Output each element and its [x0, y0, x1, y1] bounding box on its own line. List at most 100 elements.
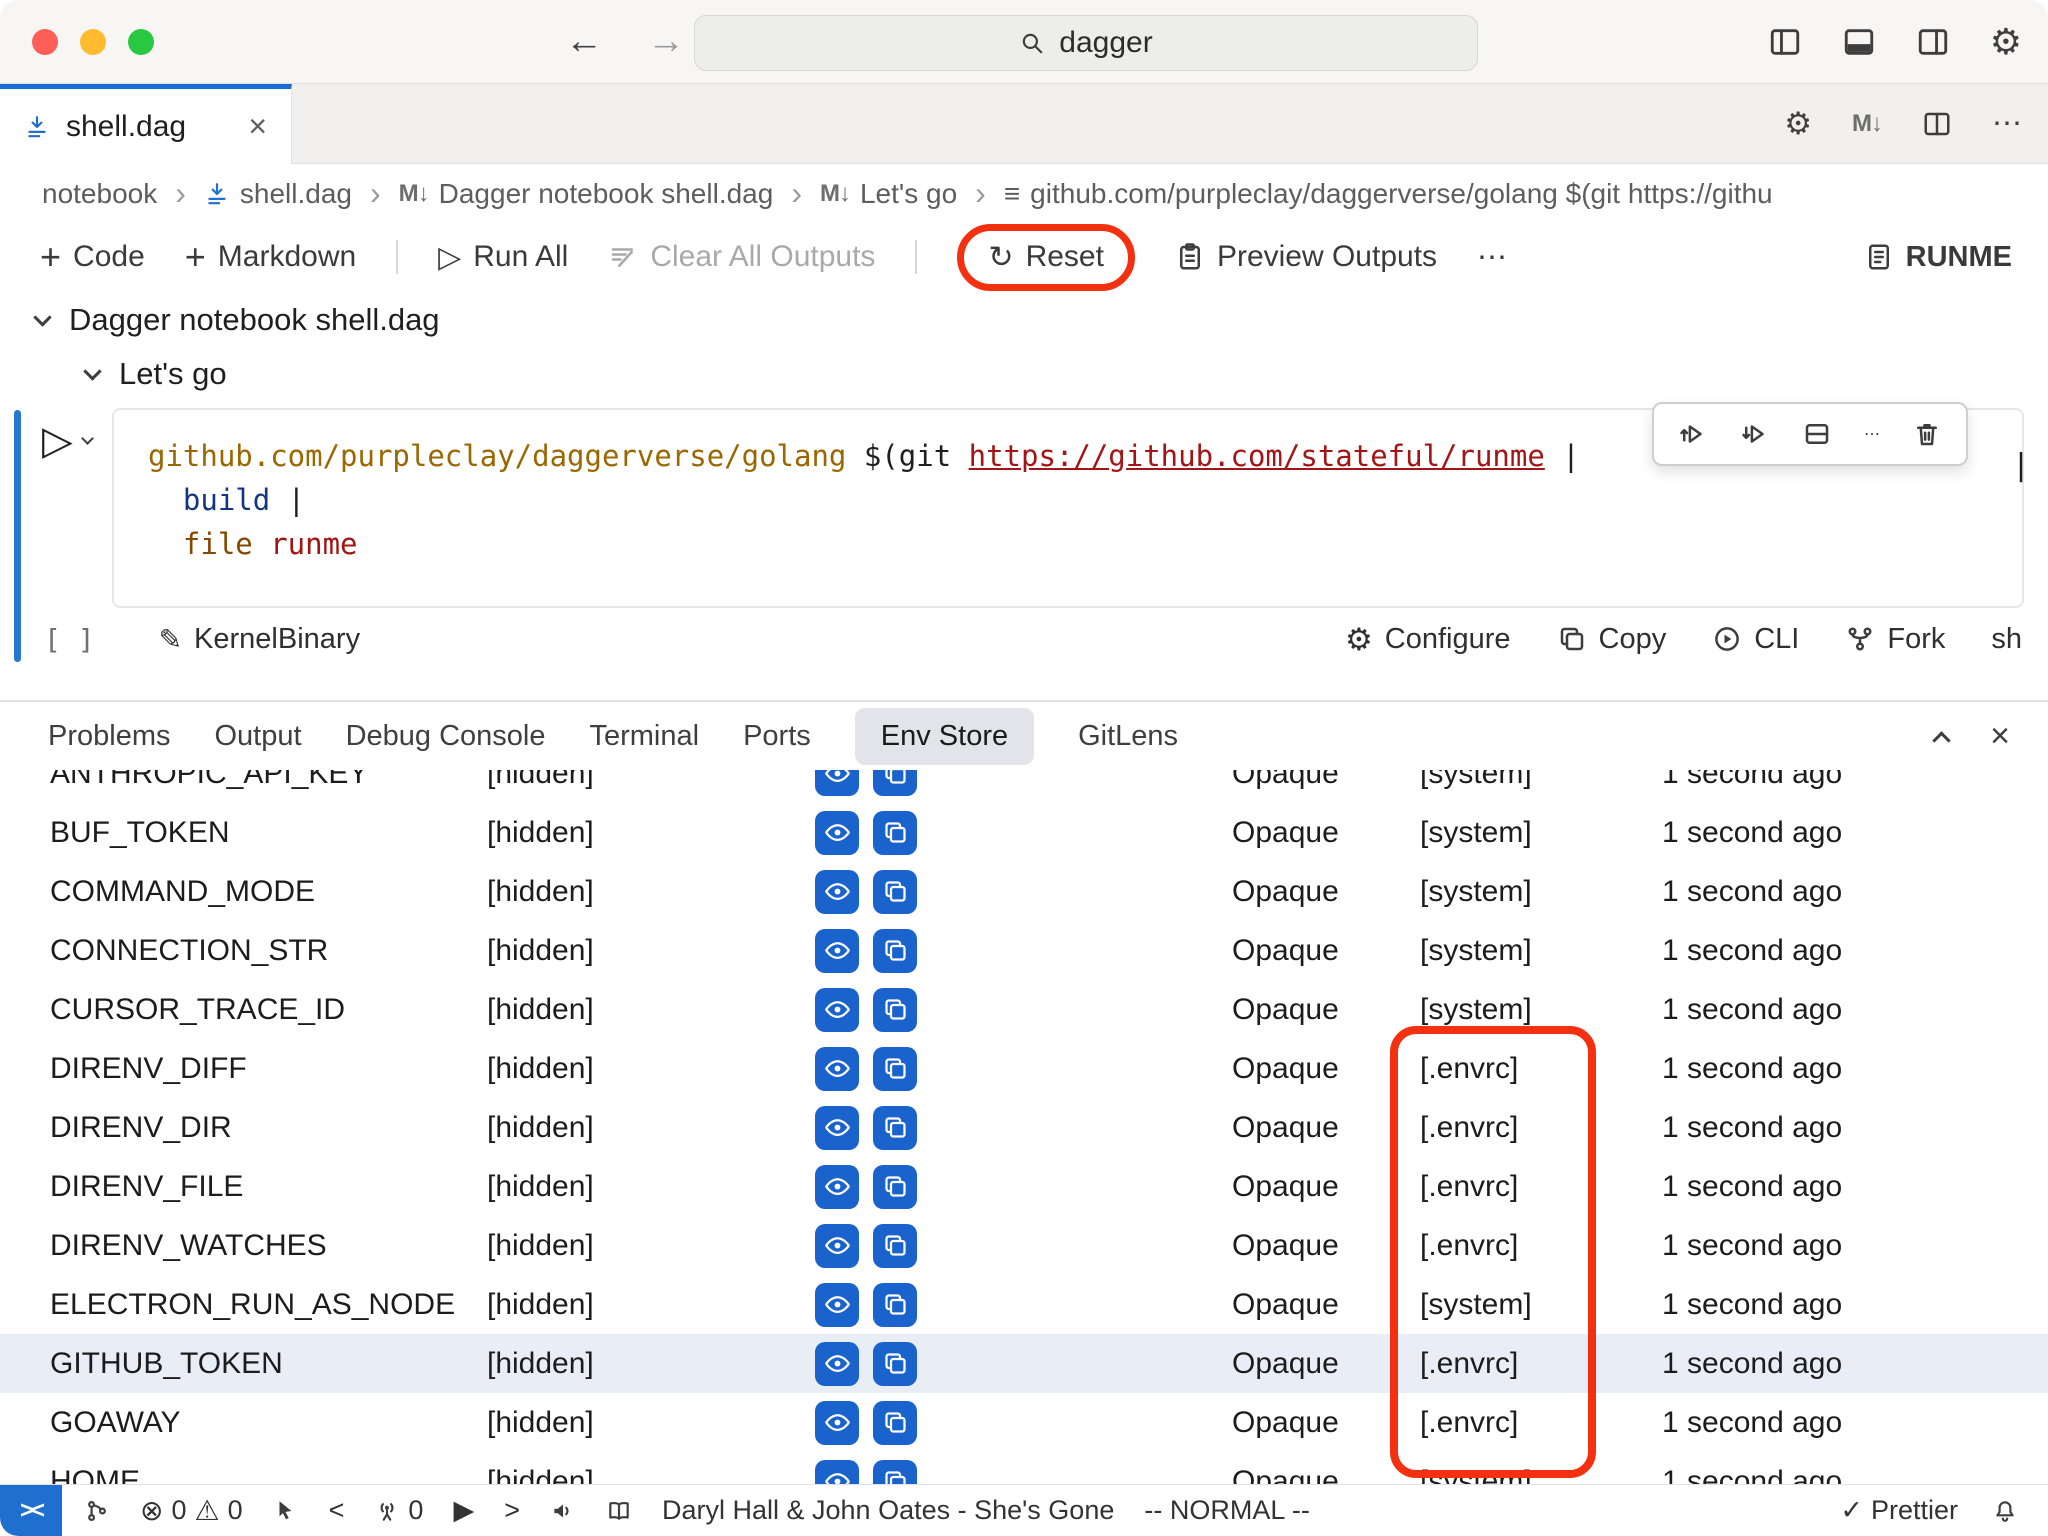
notifications-bell-icon[interactable] [1992, 1498, 2018, 1524]
env-table-row[interactable]: HOME [hidden] Opaque [system] 1 second a… [0, 1452, 2048, 1484]
pointer-icon[interactable] [273, 1498, 299, 1524]
kernel-badge-icon[interactable]: M↓ [1852, 110, 1882, 138]
reveal-secret-button[interactable] [815, 988, 859, 1032]
copy-secret-button[interactable] [873, 1165, 917, 1209]
breadcrumb-notebook[interactable]: notebook [42, 178, 157, 210]
delete-cell-icon[interactable] [1912, 419, 1942, 449]
chevron-down-icon[interactable] [83, 362, 101, 380]
reveal-secret-button[interactable] [815, 1106, 859, 1150]
env-table-row[interactable]: ELECTRON_RUN_AS_NODE [hidden] Opaque [sy… [0, 1275, 2048, 1334]
copy-secret-button[interactable] [873, 1224, 917, 1268]
toggle-panel-icon[interactable] [1842, 25, 1876, 59]
notebook-section-heading[interactable]: Dagger notebook shell.dag [0, 292, 2048, 348]
env-table-row[interactable]: DIRENV_DIFF [hidden] Opaque [.envrc] 1 s… [0, 1039, 2048, 1098]
execute-below-icon[interactable] [1740, 419, 1770, 449]
copy-secret-button[interactable] [873, 1342, 917, 1386]
env-table-row[interactable]: COMMAND_MODE [hidden] Opaque [system] 1 … [0, 862, 2048, 921]
panel-tab-output[interactable]: Output [215, 720, 302, 753]
history-back-button[interactable]: ← [565, 20, 603, 63]
notebook-settings-gear-icon[interactable]: ⚙ [1784, 108, 1812, 139]
env-table-row[interactable]: CONNECTION_STR [hidden] Opaque [system] … [0, 921, 2048, 980]
env-table-row[interactable]: GITHUB_TOKEN [hidden] Opaque [.envrc] 1 … [0, 1334, 2048, 1393]
panel-tab-terminal[interactable]: Terminal [589, 720, 699, 753]
close-window-button[interactable] [32, 29, 58, 55]
command-center-search[interactable]: dagger [694, 15, 1478, 71]
copy-secret-button[interactable] [873, 1106, 917, 1150]
toolbar-more-actions-icon[interactable]: ⋯ [1477, 240, 1507, 275]
breadcrumb-section-1[interactable]: M↓ Dagger notebook shell.dag [399, 178, 774, 210]
reveal-secret-button[interactable] [815, 870, 859, 914]
env-table-row[interactable]: ANTHROPIC_API_KEY [hidden] Opaque [syste… [0, 770, 2048, 803]
panel-tab-env-store[interactable]: Env Store [855, 708, 1034, 765]
panel-tab-gitlens[interactable]: GitLens [1078, 720, 1178, 753]
editor-more-actions-icon[interactable]: ⋯ [1992, 106, 2022, 141]
reading-book-icon[interactable] [606, 1498, 632, 1524]
run-cell-button[interactable]: ▷ [42, 418, 92, 464]
media-play-button[interactable]: ▶ [453, 1495, 474, 1526]
execute-above-icon[interactable] [1678, 419, 1708, 449]
now-playing-label[interactable]: Daryl Hall & John Oates - She's Gone [662, 1495, 1114, 1526]
panel-tab-problems[interactable]: Problems [48, 720, 171, 753]
breadcrumb-file[interactable]: shell.dag [204, 178, 352, 210]
fork-button[interactable]: Fork [1845, 623, 1945, 656]
chevron-down-icon[interactable] [33, 308, 51, 326]
configure-button[interactable]: ⚙ Configure [1345, 623, 1511, 656]
add-code-cell-button[interactable]: + Code [40, 239, 145, 275]
panel-tab-debug-console[interactable]: Debug Console [346, 720, 546, 753]
reveal-secret-button[interactable] [815, 1224, 859, 1268]
minimize-window-button[interactable] [80, 29, 106, 55]
run-all-button[interactable]: ▷ Run All [438, 240, 568, 275]
code-link[interactable]: https://github.com/stateful/runme [969, 439, 1545, 473]
reveal-secret-button[interactable] [815, 1401, 859, 1445]
preview-outputs-button[interactable]: Preview Outputs [1175, 240, 1437, 274]
volume-icon[interactable] [550, 1498, 576, 1524]
env-table-row[interactable]: BUF_TOKEN [hidden] Opaque [system] 1 sec… [0, 803, 2048, 862]
cell-more-actions-icon[interactable]: ⋯ [1864, 424, 1880, 444]
env-store-table[interactable]: ANTHROPIC_API_KEY [hidden] Opaque [syste… [0, 770, 2048, 1484]
copy-secret-button[interactable] [873, 1401, 917, 1445]
reset-button[interactable]: ↻ Reset [988, 240, 1104, 275]
remote-indicator[interactable]: >< [0, 1485, 62, 1536]
close-panel-icon[interactable]: × [1990, 717, 2010, 756]
toggle-secondary-sidebar-icon[interactable] [1916, 25, 1950, 59]
tab-shell-dag[interactable]: shell.dag × [0, 84, 292, 164]
reveal-secret-button[interactable] [815, 929, 859, 973]
copy-secret-button[interactable] [873, 870, 917, 914]
zoom-window-button[interactable] [128, 29, 154, 55]
reveal-secret-button[interactable] [815, 1283, 859, 1327]
env-table-row[interactable]: DIRENV_WATCHES [hidden] Opaque [.envrc] … [0, 1216, 2048, 1275]
notebook-subsection-heading[interactable]: Let's go [0, 348, 2048, 400]
history-forward-button[interactable]: → [647, 20, 685, 63]
problems-status[interactable]: ⊗ 0 ⚠ 0 [140, 1494, 243, 1527]
reveal-secret-button[interactable] [815, 770, 859, 796]
copy-secret-button[interactable] [873, 929, 917, 973]
kernel-selector-button[interactable]: ✎ KernelBinary [159, 623, 361, 656]
source-control-graph-icon[interactable] [84, 1498, 110, 1524]
toggle-sidebar-icon[interactable] [1768, 25, 1802, 59]
copy-secret-button[interactable] [873, 1460, 917, 1485]
split-cell-icon[interactable] [1802, 419, 1832, 449]
formatter-status[interactable]: ✓ Prettier [1840, 1495, 1958, 1526]
copy-secret-button[interactable] [873, 1047, 917, 1091]
media-previous-button[interactable]: < [329, 1495, 345, 1526]
env-table-row[interactable]: DIRENV_FILE [hidden] Opaque [.envrc] 1 s… [0, 1157, 2048, 1216]
env-table-row[interactable]: GOAWAY [hidden] Opaque [.envrc] 1 second… [0, 1393, 2048, 1452]
copy-cell-button[interactable]: Copy [1557, 623, 1667, 656]
panel-tab-ports[interactable]: Ports [743, 720, 811, 753]
reveal-secret-button[interactable] [815, 811, 859, 855]
reveal-secret-button[interactable] [815, 1342, 859, 1386]
env-table-row[interactable]: DIRENV_DIR [hidden] Opaque [.envrc] 1 se… [0, 1098, 2048, 1157]
copy-secret-button[interactable] [873, 770, 917, 796]
copy-secret-button[interactable] [873, 988, 917, 1032]
add-markdown-cell-button[interactable]: + Markdown [185, 239, 356, 275]
maximize-panel-icon[interactable] [1932, 731, 1950, 749]
reveal-secret-button[interactable] [815, 1047, 859, 1091]
reveal-secret-button[interactable] [815, 1460, 859, 1485]
copy-secret-button[interactable] [873, 811, 917, 855]
cli-button[interactable]: CLI [1712, 623, 1799, 656]
breadcrumb-cell[interactable]: ≡ github.com/purpleclay/daggerverse/gola… [1004, 178, 1773, 210]
clear-all-outputs-button[interactable]: Clear All Outputs [608, 240, 875, 274]
copy-secret-button[interactable] [873, 1283, 917, 1327]
breadcrumb-section-2[interactable]: M↓ Let's go [820, 178, 957, 210]
settings-gear-icon[interactable]: ⚙ [1990, 24, 2022, 60]
